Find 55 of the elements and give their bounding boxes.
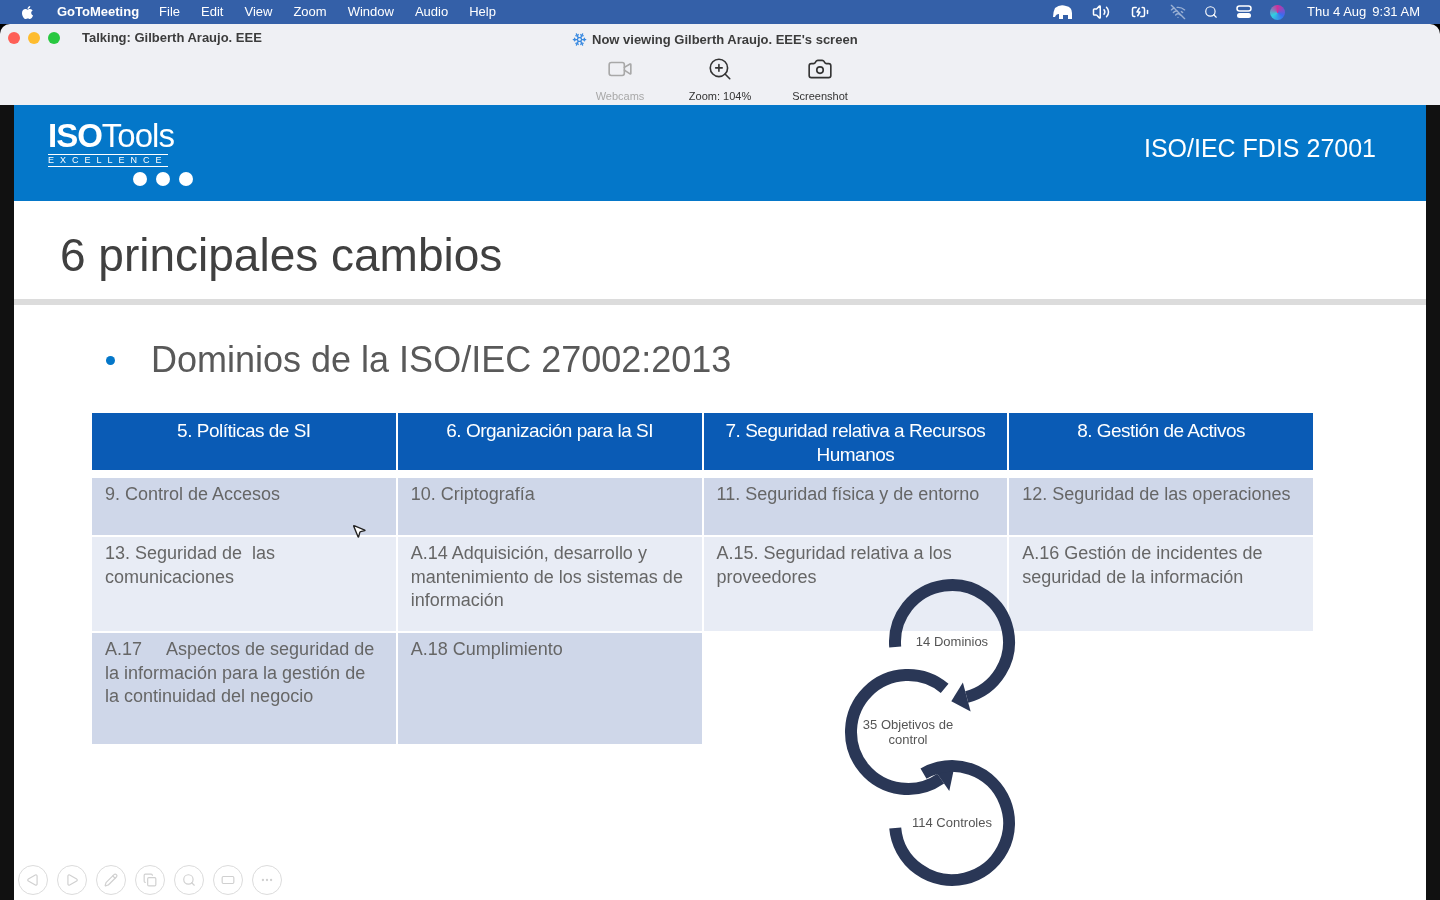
logo-wordmark: ISOTools xyxy=(48,119,174,153)
search-icon[interactable] xyxy=(1204,5,1218,19)
table-cell: A.14 Adquisición, desarrollo y mantenimiento de los sistemas de información xyxy=(397,537,702,631)
date-text[interactable]: Thu 4 Aug xyxy=(1307,2,1367,22)
window-title: Now viewing Gilberth Araujo. EEE's screen xyxy=(592,31,858,49)
previous-slide-icon xyxy=(26,873,40,887)
app-menu[interactable]: GoToMeeting xyxy=(57,2,140,22)
zoom-icon xyxy=(182,873,196,887)
bullet-text: Dominios de la ISO/IEC 27002:2013 xyxy=(151,338,732,382)
diagram-label: 114 Controles xyxy=(911,815,993,830)
table-cell: 10. Criptografía xyxy=(397,478,702,535)
apple-icon[interactable] xyxy=(20,4,35,20)
table-cell: 12. Seguridad de las operaciones xyxy=(1009,478,1313,535)
table-header-cell: 6. Organización para la SI xyxy=(397,413,702,470)
next-slide-icon xyxy=(65,873,79,887)
toolbar-button[interactable]: Zoom: 104% xyxy=(685,52,755,105)
table-header-cell: 8. Gestión de Activos xyxy=(1009,413,1313,470)
menu-item[interactable]: Edit xyxy=(201,2,224,22)
pen-icon xyxy=(104,873,118,887)
minimize-button[interactable] xyxy=(28,32,40,44)
logo-dots-icon xyxy=(132,171,194,187)
table-cell: A.16 Gestión de incidentes de seguridad de la información xyxy=(1009,537,1313,631)
table-cell: 11. Seguridad física y de entorno xyxy=(703,478,1008,535)
table-cell: A.18 Cumplimiento xyxy=(397,633,702,744)
volume-icon[interactable] xyxy=(1092,3,1110,21)
elephant-icon[interactable] xyxy=(1052,4,1074,20)
maximize-button[interactable] xyxy=(48,32,60,44)
menu-item[interactable]: File xyxy=(159,2,181,22)
subtitles-icon xyxy=(221,873,235,887)
table-header-cell: 7. Seguridad relativa a Recursos Humanos xyxy=(703,413,1008,470)
cursor-icon xyxy=(351,522,367,540)
toolbar-button[interactable]: Screenshot xyxy=(785,52,855,105)
menu-item[interactable]: Help xyxy=(469,2,496,22)
siri-icon[interactable] xyxy=(1270,4,1285,20)
talking-text: Talking: Gilberth Araujo. EEE xyxy=(82,29,262,48)
close-button[interactable] xyxy=(8,32,20,44)
menu-item[interactable]: Audio xyxy=(414,2,449,22)
menu-item[interactable]: View xyxy=(244,2,273,22)
snowflake-icon xyxy=(572,32,587,48)
table-cell: 9. Control de Accesos xyxy=(92,478,396,535)
table-header-cell: 5. Políticas de SI xyxy=(92,413,396,470)
control-center-icon[interactable] xyxy=(1236,5,1252,19)
menu-item[interactable]: Zoom xyxy=(293,2,327,22)
diagram-label: 14 Dominios xyxy=(914,634,990,649)
logo-tagline: EXCELLENCE xyxy=(48,154,168,167)
table-cell: A.17 Aspectos de seguridad de la información para la gestión de la continuidad del negocio xyxy=(92,633,396,744)
zoom-in-icon xyxy=(707,56,733,82)
table-cell: 13. Seguridad de las comunicaciones xyxy=(92,537,396,631)
diagram-label: 35 Objetivos de control xyxy=(861,717,955,747)
bullet-icon xyxy=(106,355,115,365)
menu-item[interactable]: Window xyxy=(347,2,394,22)
slide-title: 6 principales cambios xyxy=(59,228,504,283)
time-text[interactable]: 9:31 AM xyxy=(1372,2,1420,22)
table-cell: A.15. Seguridad relativa a los proveedores xyxy=(703,537,1008,631)
header-title: ISO/IEC FDIS 27001 xyxy=(1143,133,1376,165)
